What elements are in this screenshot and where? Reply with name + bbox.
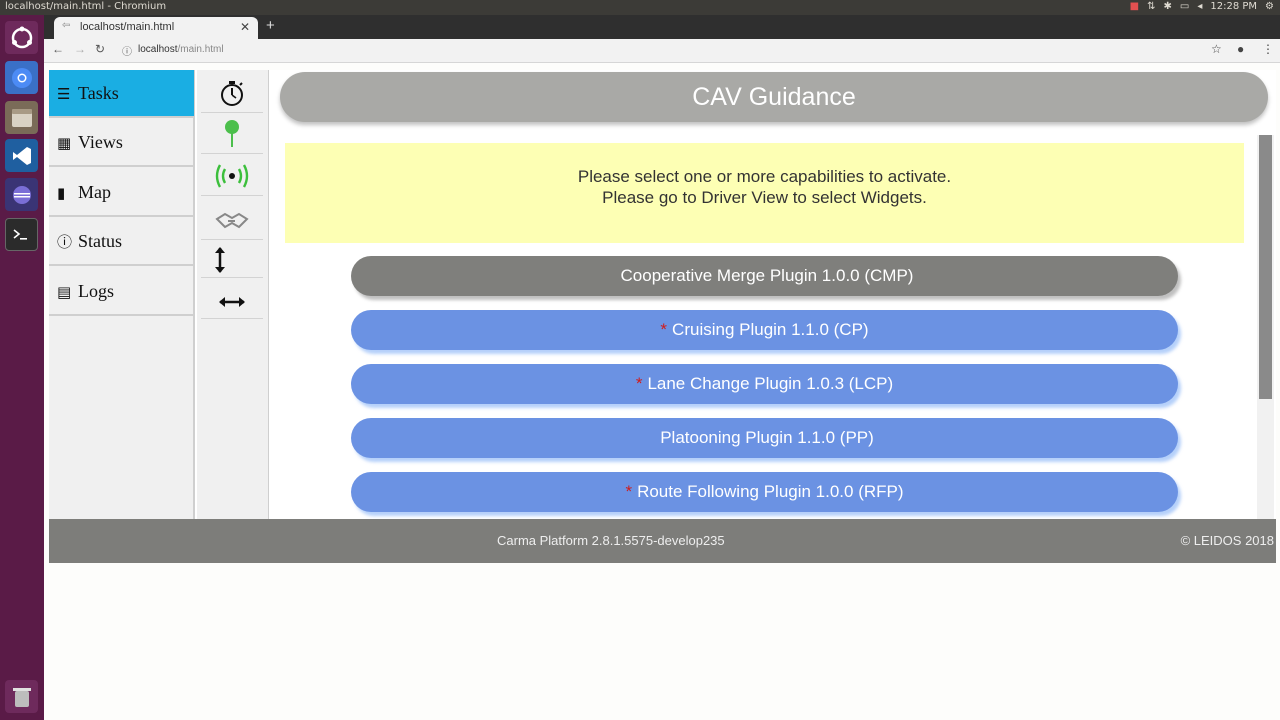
browser-tab-bar: ⇦ localhost/main.html ✕ + [44, 15, 1280, 39]
info-icon: ⓘ [57, 233, 73, 251]
os-top-bar: localhost/main.html - Chromium ■ ⇅ ✱ ▭ ◂… [0, 0, 1280, 15]
tasks-icon: ☰ [57, 85, 71, 103]
main-scrollbar[interactable] [1257, 135, 1274, 519]
scrollbar-thumb[interactable] [1259, 135, 1272, 399]
battery-icon[interactable]: ▭ [1180, 1, 1189, 12]
url-host: localhost [138, 44, 178, 55]
plugin-label: Cruising Plugin 1.1.0 (CP) [672, 320, 869, 339]
reload-icon[interactable]: ↻ [95, 42, 105, 56]
network-icon[interactable]: ⇅ [1147, 1, 1155, 12]
notice-line-1: Please select one or more capabilities t… [577, 167, 952, 186]
browser-tab[interactable]: ⇦ localhost/main.html ✕ [54, 17, 258, 39]
trash-icon[interactable] [5, 680, 38, 713]
window-title: localhost/main.html - Chromium [5, 1, 167, 12]
menu-item-label: Tasks [78, 83, 119, 103]
map-icon: ▮ [57, 184, 66, 202]
bluetooth-icon[interactable]: ✱ [1164, 1, 1172, 12]
new-tab-button[interactable]: + [266, 17, 275, 34]
browser-toolbar: ← → ↻ ⓘ localhost/main.html ☆ ● ⋮ [44, 39, 1280, 63]
menu-item-views[interactable]: ▦ Views [49, 119, 194, 167]
plugin-label: Platooning Plugin 1.1.0 (PP) [660, 428, 874, 447]
info-circle-icon[interactable]: ⓘ [122, 43, 132, 58]
plugin-button-pp[interactable]: Platooning Plugin 1.1.0 (PP) [351, 418, 1178, 458]
plugin-button-cmp[interactable]: Cooperative Merge Plugin 1.0.0 (CMP) [351, 256, 1178, 296]
menu-item-tasks[interactable]: ☰ Tasks [49, 70, 194, 118]
vscode-icon[interactable] [5, 139, 38, 172]
radio-signal-icon[interactable] [201, 156, 263, 196]
menu-item-label: Status [78, 231, 123, 251]
profile-avatar-icon[interactable]: ● [1237, 42, 1244, 56]
page-title: CAV Guidance [280, 72, 1268, 122]
left-menu: ☰ Tasks ▦ Views ▮ Map ⓘ Status ▤ Logs [49, 70, 195, 519]
platform-version: Carma Platform 2.8.1.5575-develop235 [497, 533, 725, 548]
page-favicon-icon: ⇦ [62, 20, 71, 31]
file-icon: ▤ [57, 283, 72, 301]
menu-item-logs[interactable]: ▤ Logs [49, 268, 194, 316]
horizontal-arrows-icon[interactable] [201, 285, 263, 319]
handshake-icon[interactable] [201, 202, 263, 240]
menu-item-map[interactable]: ▮ Map [49, 169, 194, 217]
main-panel: CAV Guidance Please select one or more c… [270, 70, 1276, 519]
footer: Carma Platform 2.8.1.5575-develop235 © L… [49, 519, 1276, 563]
url-path: /main.html [177, 44, 224, 55]
app-launcher [0, 15, 44, 720]
system-tray: ■ ⇅ ✱ ▭ ◂ 12:28 PM ⚙ [1130, 1, 1274, 12]
stopwatch-icon[interactable] [201, 73, 263, 113]
plugin-button-lcp[interactable]: * Lane Change Plugin 1.0.3 (LCP) [351, 364, 1178, 404]
notice-line-2: Please go to Driver View to select Widge… [602, 188, 927, 207]
plugin-button-rfp[interactable]: * Route Following Plugin 1.0.0 (RFP) [351, 472, 1178, 512]
address-bar[interactable]: localhost/main.html [138, 44, 224, 55]
grid-icon: ▦ [57, 134, 72, 152]
menu-item-label: Logs [78, 281, 114, 301]
status-icon-column [197, 70, 269, 519]
menu-item-label: Map [78, 182, 111, 202]
clock[interactable]: 12:28 PM [1210, 1, 1257, 12]
terminal-icon[interactable] [5, 218, 38, 251]
required-marker: * [635, 374, 643, 393]
menu-item-label: Views [78, 132, 123, 152]
tab-title: localhost/main.html [80, 21, 175, 33]
camera-icon[interactable]: ■ [1130, 1, 1139, 12]
ubuntu-logo-icon[interactable] [5, 21, 38, 54]
vertical-arrows-icon[interactable] [201, 242, 263, 278]
file-manager-icon[interactable] [5, 101, 38, 134]
pin-icon[interactable] [201, 114, 263, 154]
menu-kebab-icon[interactable]: ⋮ [1262, 42, 1274, 56]
plugin-label: Lane Change Plugin 1.0.3 (LCP) [647, 374, 894, 393]
plugin-button-cp[interactable]: * Cruising Plugin 1.1.0 (CP) [351, 310, 1178, 350]
plugin-label: Cooperative Merge Plugin 1.0.0 (CMP) [620, 266, 914, 285]
forward-arrow-icon[interactable]: → [74, 42, 86, 56]
bookmark-star-icon[interactable]: ☆ [1211, 42, 1222, 56]
notice-banner: Please select one or more capabilities t… [285, 143, 1244, 243]
required-marker: * [660, 320, 668, 339]
menu-item-status[interactable]: ⓘ Status [49, 218, 194, 266]
volume-icon[interactable]: ◂ [1197, 1, 1202, 12]
eclipse-icon[interactable] [5, 178, 38, 211]
plugin-label: Route Following Plugin 1.0.0 (RFP) [637, 482, 904, 501]
copyright: © LEIDOS 2018 [1180, 533, 1274, 548]
carma-app: ☰ Tasks ▦ Views ▮ Map ⓘ Status ▤ Logs CA… [49, 70, 1276, 563]
chromium-icon[interactable] [5, 61, 38, 94]
tab-close-icon[interactable]: ✕ [240, 20, 250, 34]
settings-gear-icon[interactable]: ⚙ [1265, 1, 1274, 12]
required-marker: * [625, 482, 633, 501]
back-arrow-icon[interactable]: ← [52, 42, 64, 56]
